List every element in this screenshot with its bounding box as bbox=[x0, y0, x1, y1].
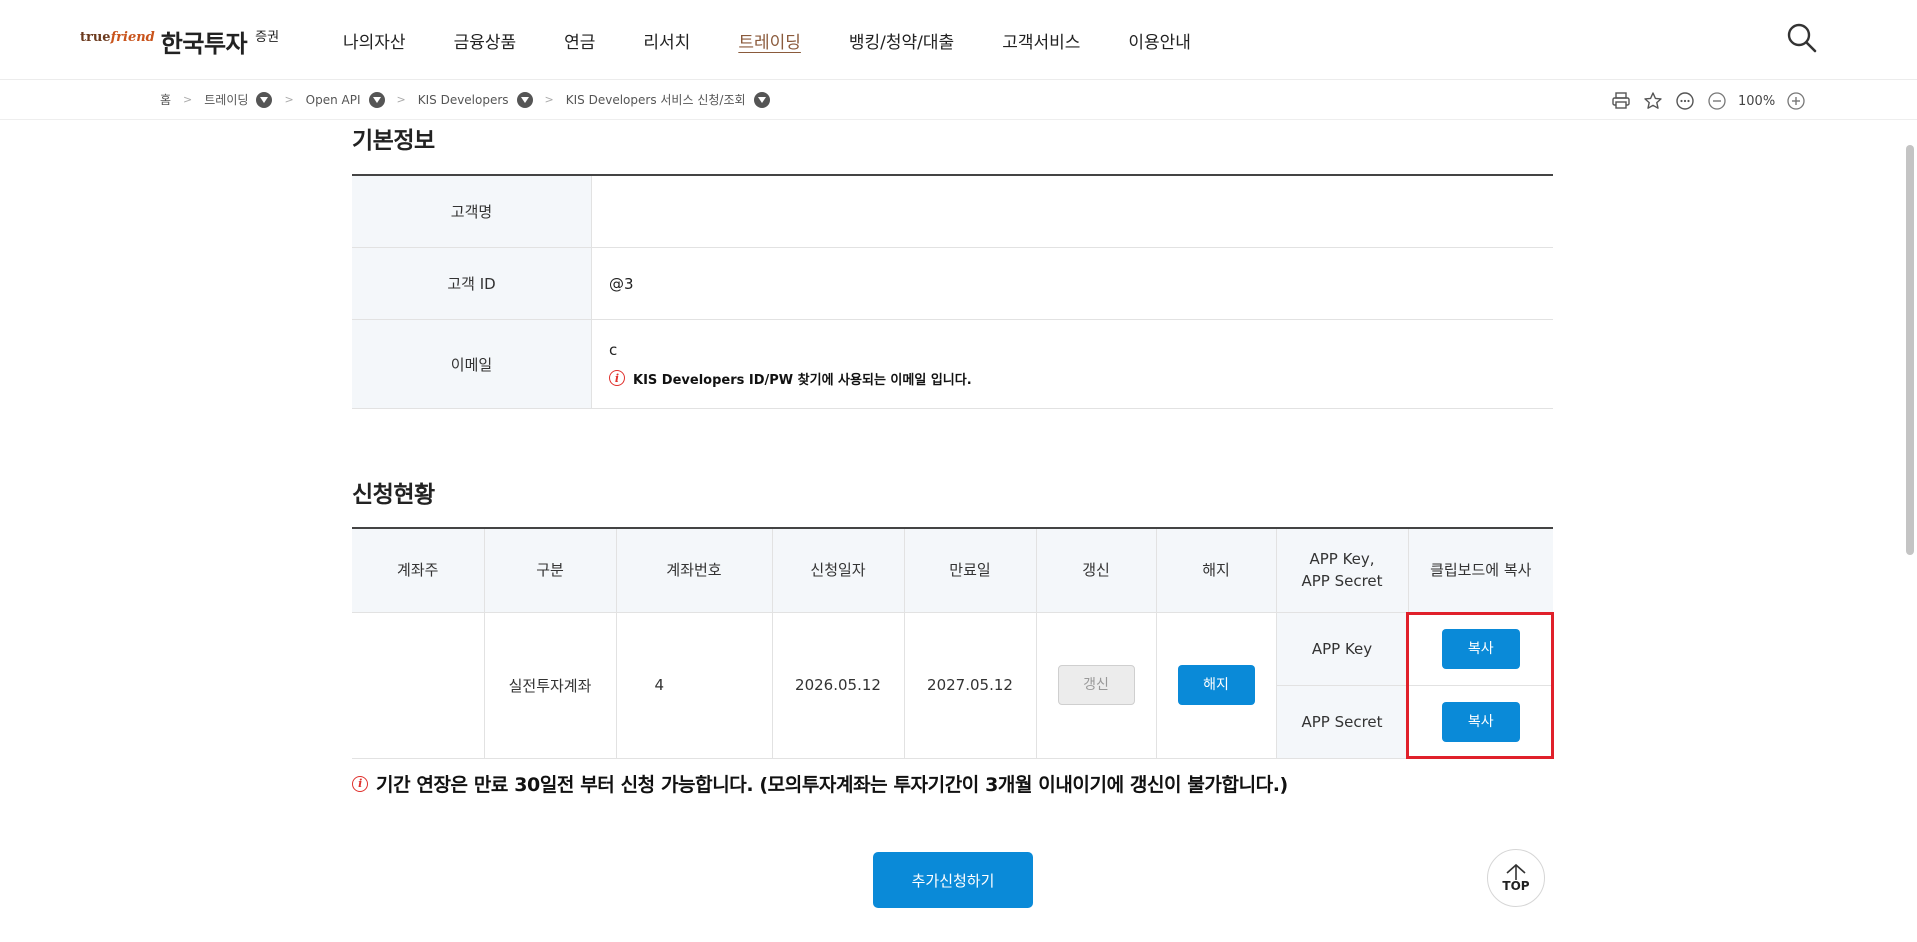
print-icon[interactable] bbox=[1610, 90, 1632, 112]
info-label: 고객명 bbox=[352, 176, 592, 247]
logo-name: 한국투자 bbox=[160, 30, 248, 58]
status-title: 신청현황 bbox=[352, 482, 435, 508]
renew-button[interactable]: 갱신 bbox=[1057, 665, 1135, 705]
table-row: 실전투자계좌 4 2026.05.12 2027.05.12 갱신 해지 APP… bbox=[352, 611, 1553, 759]
email-value: c bbox=[609, 340, 618, 359]
cell-cancel: 해지 bbox=[1155, 611, 1277, 759]
dropdown-arrow-icon[interactable] bbox=[753, 91, 770, 108]
logo-truefriend: truefriend bbox=[80, 30, 155, 45]
renewal-notice-text: 기간 연장은 만료 30일전 부터 신청 가능합니다. (모의투자계좌는 투자기… bbox=[376, 774, 1288, 796]
nav-item-guide[interactable]: 이용안내 bbox=[1128, 28, 1191, 53]
info-row-email: 이메일 c i KIS Developers ID/PW 찾기에 사용되는 이메… bbox=[352, 320, 1553, 409]
email-notice: i KIS Developers ID/PW 찾기에 사용되는 이메일 입니다. bbox=[609, 369, 1553, 388]
chevron-right-icon: > bbox=[284, 93, 294, 106]
top-label: TOP bbox=[1502, 879, 1530, 893]
info-icon: i bbox=[352, 775, 368, 792]
col-renew: 갱신 bbox=[1035, 527, 1157, 613]
cell-account: 4 bbox=[615, 611, 773, 759]
info-row-id: 고객 ID @3 bbox=[352, 248, 1553, 320]
email-notice-text: KIS Developers ID/PW 찾기에 사용되는 이메일 입니다. bbox=[633, 372, 972, 388]
cancel-button[interactable]: 해지 bbox=[1177, 665, 1255, 705]
col-type: 구분 bbox=[483, 527, 617, 613]
info-label: 이메일 bbox=[352, 320, 592, 408]
search-icon[interactable] bbox=[1786, 22, 1818, 54]
info-label: 고객 ID bbox=[352, 248, 592, 319]
page-tools: 100% bbox=[1610, 90, 1817, 112]
nav-item-customer-service[interactable]: 고객서비스 bbox=[1002, 28, 1080, 53]
basic-info-table: 고객명 고객 ID @3 이메일 c i KIS Developers ID/P… bbox=[352, 174, 1553, 409]
cell-type: 실전투자계좌 bbox=[483, 611, 617, 759]
basic-info-title: 기본정보 bbox=[352, 128, 435, 154]
col-expires: 만료일 bbox=[903, 527, 1037, 613]
col-copy: 클립보드에 복사 bbox=[1407, 527, 1553, 613]
site-header: truefriend 한국투자 증권 나의자산 금융상품 연금 리서치 트레이딩… bbox=[0, 0, 1917, 80]
star-icon[interactable] bbox=[1642, 90, 1664, 112]
nav-item-pension[interactable]: 연금 bbox=[564, 28, 595, 53]
info-value: @3 bbox=[609, 274, 634, 293]
add-apply-button[interactable]: 추가신청하기 bbox=[873, 852, 1033, 908]
logo[interactable]: truefriend 한국투자 증권 bbox=[80, 24, 279, 59]
info-value-email: c i KIS Developers ID/PW 찾기에 사용되는 이메일 입니… bbox=[592, 320, 1553, 408]
breadcrumb-home[interactable]: 홈 bbox=[160, 91, 171, 108]
status-header-row: 계좌주 구분 계좌번호 신청일자 만료일 갱신 해지 APP Key, APP S… bbox=[352, 527, 1553, 613]
breadcrumb: 홈 > 트레이딩 > Open API > KIS Developers > K… bbox=[160, 91, 770, 108]
info-icon: i bbox=[609, 370, 625, 386]
scroll-top-button[interactable]: TOP bbox=[1487, 849, 1545, 907]
cell-renew: 갱신 bbox=[1035, 611, 1157, 759]
nav-item-financial-products[interactable]: 금융상품 bbox=[454, 28, 517, 53]
chevron-right-icon: > bbox=[544, 93, 554, 106]
main-nav: 나의자산 금융상품 연금 리서치 트레이딩 뱅킹/청약/대출 고객서비스 이용안… bbox=[343, 28, 1239, 53]
cell-app-secret: APP Secret bbox=[1276, 684, 1409, 759]
status-table: 계좌주 구분 계좌번호 신청일자 만료일 갱신 해지 APP Key, APP S… bbox=[352, 527, 1553, 759]
breadcrumb-open-api[interactable]: Open API bbox=[306, 91, 385, 108]
col-applied: 신청일자 bbox=[771, 527, 905, 613]
nav-item-trading[interactable]: 트레이딩 bbox=[738, 28, 801, 53]
zoom-out-icon[interactable] bbox=[1706, 90, 1728, 112]
info-value bbox=[592, 176, 1553, 247]
chevron-right-icon: > bbox=[183, 93, 193, 106]
breadcrumb-kis-developers[interactable]: KIS Developers bbox=[418, 91, 533, 108]
col-app-key: APP Key, APP Secret bbox=[1275, 527, 1409, 613]
scrollbar[interactable] bbox=[1906, 145, 1914, 555]
dropdown-arrow-icon[interactable] bbox=[256, 91, 273, 108]
renewal-notice: i 기간 연장은 만료 30일전 부터 신청 가능합니다. (모의투자계좌는 투… bbox=[352, 770, 1288, 797]
dropdown-arrow-icon[interactable] bbox=[516, 91, 533, 108]
col-cancel: 해지 bbox=[1155, 527, 1277, 613]
breadcrumb-service-apply[interactable]: KIS Developers 서비스 신청/조회 bbox=[566, 91, 770, 108]
zoom-level: 100% bbox=[1738, 93, 1776, 109]
nav-item-research[interactable]: 리서치 bbox=[643, 28, 690, 53]
col-owner: 계좌주 bbox=[352, 527, 485, 613]
logo-sub: 증권 bbox=[255, 30, 280, 45]
more-icon[interactable] bbox=[1674, 90, 1696, 112]
dropdown-arrow-icon[interactable] bbox=[368, 91, 385, 108]
breadcrumb-bar: 홈 > 트레이딩 > Open API > KIS Developers > K… bbox=[0, 80, 1917, 120]
breadcrumb-trading[interactable]: 트레이딩 bbox=[204, 91, 273, 108]
cell-applied: 2026.05.12 bbox=[771, 611, 905, 759]
nav-item-my-assets[interactable]: 나의자산 bbox=[343, 28, 406, 53]
chevron-right-icon: > bbox=[396, 93, 406, 106]
col-account: 계좌번호 bbox=[615, 527, 773, 613]
info-row-name: 고객명 bbox=[352, 176, 1553, 248]
cell-owner bbox=[352, 611, 485, 759]
nav-item-banking[interactable]: 뱅킹/청약/대출 bbox=[849, 28, 954, 53]
highlight-box bbox=[1406, 612, 1554, 759]
cell-expires: 2027.05.12 bbox=[903, 611, 1037, 759]
zoom-in-icon[interactable] bbox=[1785, 90, 1807, 112]
cell-app-key: APP Key bbox=[1275, 611, 1409, 686]
